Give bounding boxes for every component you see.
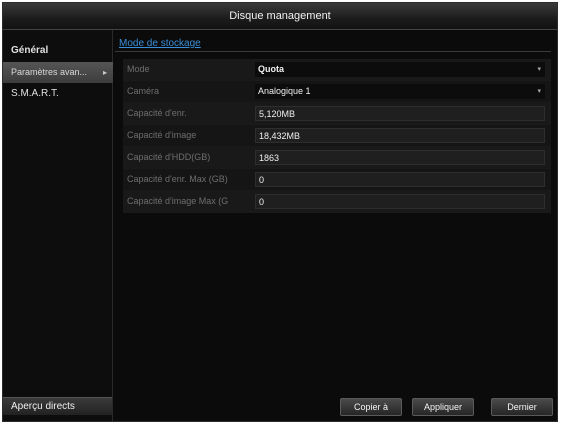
window-title: Disque management [3,3,557,30]
record-capacity-value: 5,120MB [255,106,545,121]
sidebar-item-advanced-settings[interactable]: Paramètres avan... ▸ [3,62,113,83]
sidebar-item-general[interactable]: Général [3,40,112,62]
max-image-capacity-input[interactable]: 0 [255,194,545,209]
storage-form: Mode Quota ▾ Caméra Analogique 1 ▾ Capac… [123,59,551,213]
chevron-right-icon: ▸ [102,68,107,77]
form-row-max-record-capacity: Capacité d'enr. Max (GB) 0 [123,169,551,191]
main-content: Mode de stockage Mode Quota ▾ Caméra Ana… [115,37,553,421]
form-row-max-image-capacity: Capacité d'image Max (G 0 [123,191,551,213]
chevron-down-icon: ▾ [537,66,541,73]
live-view-button[interactable]: Aperçu directs [3,397,112,415]
form-row-record-capacity: Capacité d'enr. 5,120MB [123,103,551,125]
sidebar-item-smart[interactable]: S.M.A.R.T. [3,83,112,104]
tab-divider [115,51,551,52]
mode-select[interactable]: Quota ▾ [255,62,545,77]
camera-select[interactable]: Analogique 1 ▾ [255,84,545,99]
camera-label: Caméra [127,86,160,96]
hdd-capacity-label: Capacité d'HDD(GB) [127,152,211,162]
disk-management-window: Disque management Général Paramètres ava… [2,2,558,422]
max-image-capacity-label: Capacité d'image Max (G [127,196,229,206]
form-row-image-capacity: Capacité d'image 18,432MB [123,125,551,147]
image-capacity-label: Capacité d'image [127,130,197,140]
record-capacity-label: Capacité d'enr. [127,108,187,118]
mode-value: Quota [258,64,284,74]
sidebar: Général Paramètres avan... ▸ S.M.A.R.T. … [3,30,113,421]
camera-value: Analogique 1 [258,86,311,96]
form-row-hdd-capacity: Capacité d'HDD(GB) 1863 [123,147,551,169]
mode-label: Mode [127,64,150,74]
back-button[interactable]: Dernier [491,398,553,416]
tab-storage-mode[interactable]: Mode de stockage [115,37,205,51]
image-capacity-value: 18,432MB [255,128,545,143]
chevron-down-icon: ▾ [537,88,541,95]
max-record-capacity-label: Capacité d'enr. Max (GB) [127,174,228,184]
sidebar-item-label: Paramètres avan... [11,67,88,77]
form-row-camera: Caméra Analogique 1 ▾ [123,81,551,103]
hdd-capacity-value: 1863 [255,150,545,165]
form-row-mode: Mode Quota ▾ [123,59,551,81]
apply-button[interactable]: Appliquer [412,398,474,416]
copy-to-button[interactable]: Copier à [340,398,402,416]
max-record-capacity-input[interactable]: 0 [255,172,545,187]
